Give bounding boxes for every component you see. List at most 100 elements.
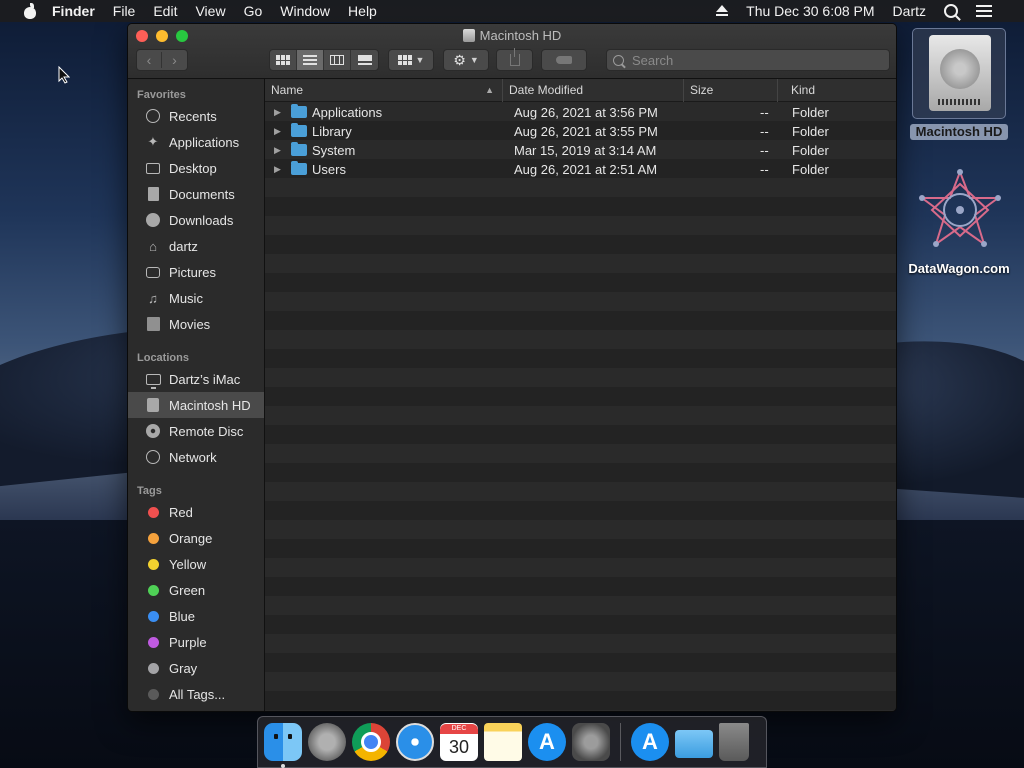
column-view-button[interactable] [324,50,351,70]
clock-icon [145,108,161,124]
menu-bar: Finder File Edit View Go Window Help Thu… [0,0,1024,22]
eject-icon[interactable] [716,5,729,17]
dock: DEC 30 A A [257,716,767,768]
launchpad-app-icon[interactable] [308,723,346,761]
trash-icon[interactable] [719,723,749,761]
sidebar-item-network[interactable]: Network [128,444,264,470]
sidebar-tag-green[interactable]: Green [128,577,264,603]
calendar-day: 30 [448,737,470,757]
clock-display[interactable]: Thu Dec 30 6:08 PM [746,3,874,19]
chrome-app-icon[interactable] [352,723,390,761]
columns-icon [330,55,344,65]
spotlight-icon[interactable] [944,4,958,18]
app-store-download-icon[interactable]: A [631,723,669,761]
sidebar-item-label: Red [169,504,193,520]
back-button[interactable]: ‹ [137,52,162,68]
sidebar-item-label: Orange [169,530,213,546]
sidebar-item-label: Dartz’s iMac [169,371,241,387]
table-row[interactable]: ▶ Applications Aug 26, 2021 at 3:56 PM -… [265,103,896,122]
system-preferences-icon[interactable] [572,723,610,761]
title-bar[interactable]: Macintosh HD ‹ › ▼ ⚙ ▼ [128,24,896,79]
table-row[interactable]: ▶ Users Aug 26, 2021 at 2:51 AM -- Folde… [265,160,896,179]
sidebar-tag-gray[interactable]: Gray [128,655,264,681]
column-header-row: Name ▲ Date Modified Size Kind [265,79,896,102]
disclosure-triangle-icon[interactable]: ▶ [274,141,281,160]
notification-center-icon[interactable] [976,5,992,17]
sidebar-tag-red[interactable]: Red [128,499,264,525]
search-input[interactable] [632,52,872,68]
sidebar-tag-blue[interactable]: Blue [128,603,264,629]
notes-app-icon[interactable] [484,723,522,761]
sidebar-item-imac[interactable]: Dartz’s iMac [128,366,264,392]
menu-window[interactable]: Window [280,3,330,19]
sidebar-item-home[interactable]: ⌂ dartz [128,233,264,259]
grid-icon [276,55,290,65]
window-title-text: Macintosh HD [479,28,562,43]
desktop-label-datawagon[interactable]: DataWagon.com [900,261,1018,276]
sidebar-item-movies[interactable]: Movies [128,311,264,337]
sidebar-item-pictures[interactable]: Pictures [128,259,264,285]
sidebar-item-music[interactable]: ♫ Music [128,285,264,311]
chevron-down-icon: ▼ [469,55,479,65]
icon-view-button[interactable] [270,50,297,70]
downloads-folder-icon[interactable] [675,730,713,758]
file-size: -- [760,143,769,158]
table-row[interactable]: ▶ System Mar 15, 2019 at 3:14 AM -- Fold… [265,141,896,160]
calendar-app-icon[interactable]: DEC 30 [440,723,478,761]
file-name: System [312,143,356,158]
folder-icon [291,104,307,118]
column-header-kind[interactable]: Kind [785,79,895,102]
tag-button[interactable] [541,49,587,71]
sidebar-item-documents[interactable]: Documents [128,181,264,207]
share-button[interactable] [496,48,533,71]
column-header-date[interactable]: Date Modified [503,79,684,102]
menu-file[interactable]: File [113,3,136,19]
sidebar-item-remote-disc[interactable]: Remote Disc [128,418,264,444]
safari-app-icon[interactable] [396,723,434,761]
sidebar-item-label: Music [169,290,203,306]
file-size: -- [760,162,769,177]
file-date: Aug 26, 2021 at 3:55 PM [514,124,658,139]
app-store-icon[interactable]: A [528,723,566,761]
column-header-size[interactable]: Size [684,79,778,102]
sidebar-item-label: Desktop [169,160,217,176]
user-menu[interactable]: Dartz [893,3,926,19]
disclosure-triangle-icon[interactable]: ▶ [274,103,281,122]
desktop-icon-macintosh-hd[interactable] [912,28,1006,119]
sidebar-item-macintosh-hd[interactable]: Macintosh HD [128,392,264,418]
file-date: Mar 15, 2019 at 3:14 AM [514,143,657,158]
camera-icon [145,264,161,280]
sidebar-tag-orange[interactable]: Orange [128,525,264,551]
file-kind: Folder [792,105,829,120]
column-header-name[interactable]: Name ▲ [265,79,503,102]
sidebar-tag-yellow[interactable]: Yellow [128,551,264,577]
sidebar-item-desktop[interactable]: Desktop [128,155,264,181]
disclosure-triangle-icon[interactable]: ▶ [274,122,281,141]
action-button[interactable]: ⚙ ▼ [443,49,489,71]
sidebar-item-downloads[interactable]: Downloads [128,207,264,233]
disclosure-triangle-icon[interactable]: ▶ [274,160,281,179]
sidebar-item-applications[interactable]: ✦ Applications [128,129,264,155]
tag-color-dot [148,506,159,518]
list-view-button[interactable] [297,50,324,70]
menu-app-finder[interactable]: Finder [52,3,95,19]
sidebar-tag-all[interactable]: All Tags... [128,681,264,707]
calendar-month: DEC [440,724,478,734]
sidebar-tag-purple[interactable]: Purple [128,629,264,655]
menu-edit[interactable]: Edit [153,3,177,19]
table-row[interactable]: ▶ Library Aug 26, 2021 at 3:55 PM -- Fol… [265,122,896,141]
menu-go[interactable]: Go [244,3,263,19]
search-field[interactable] [606,49,890,71]
gallery-view-button[interactable] [351,50,378,70]
forward-button[interactable]: › [162,52,187,68]
apple-menu-icon[interactable] [22,3,38,19]
group-button[interactable]: ▼ [388,49,434,71]
finder-app-icon[interactable] [264,723,302,768]
menu-view[interactable]: View [195,3,225,19]
sidebar-item-recents[interactable]: Recents [128,103,264,129]
menu-help[interactable]: Help [348,3,377,19]
datawagon-logo-icon[interactable] [918,168,1002,252]
tag-icon [556,56,572,64]
applications-icon: ✦ [147,134,159,149]
desktop-label-macintosh-hd[interactable]: Macintosh HD [910,124,1008,140]
